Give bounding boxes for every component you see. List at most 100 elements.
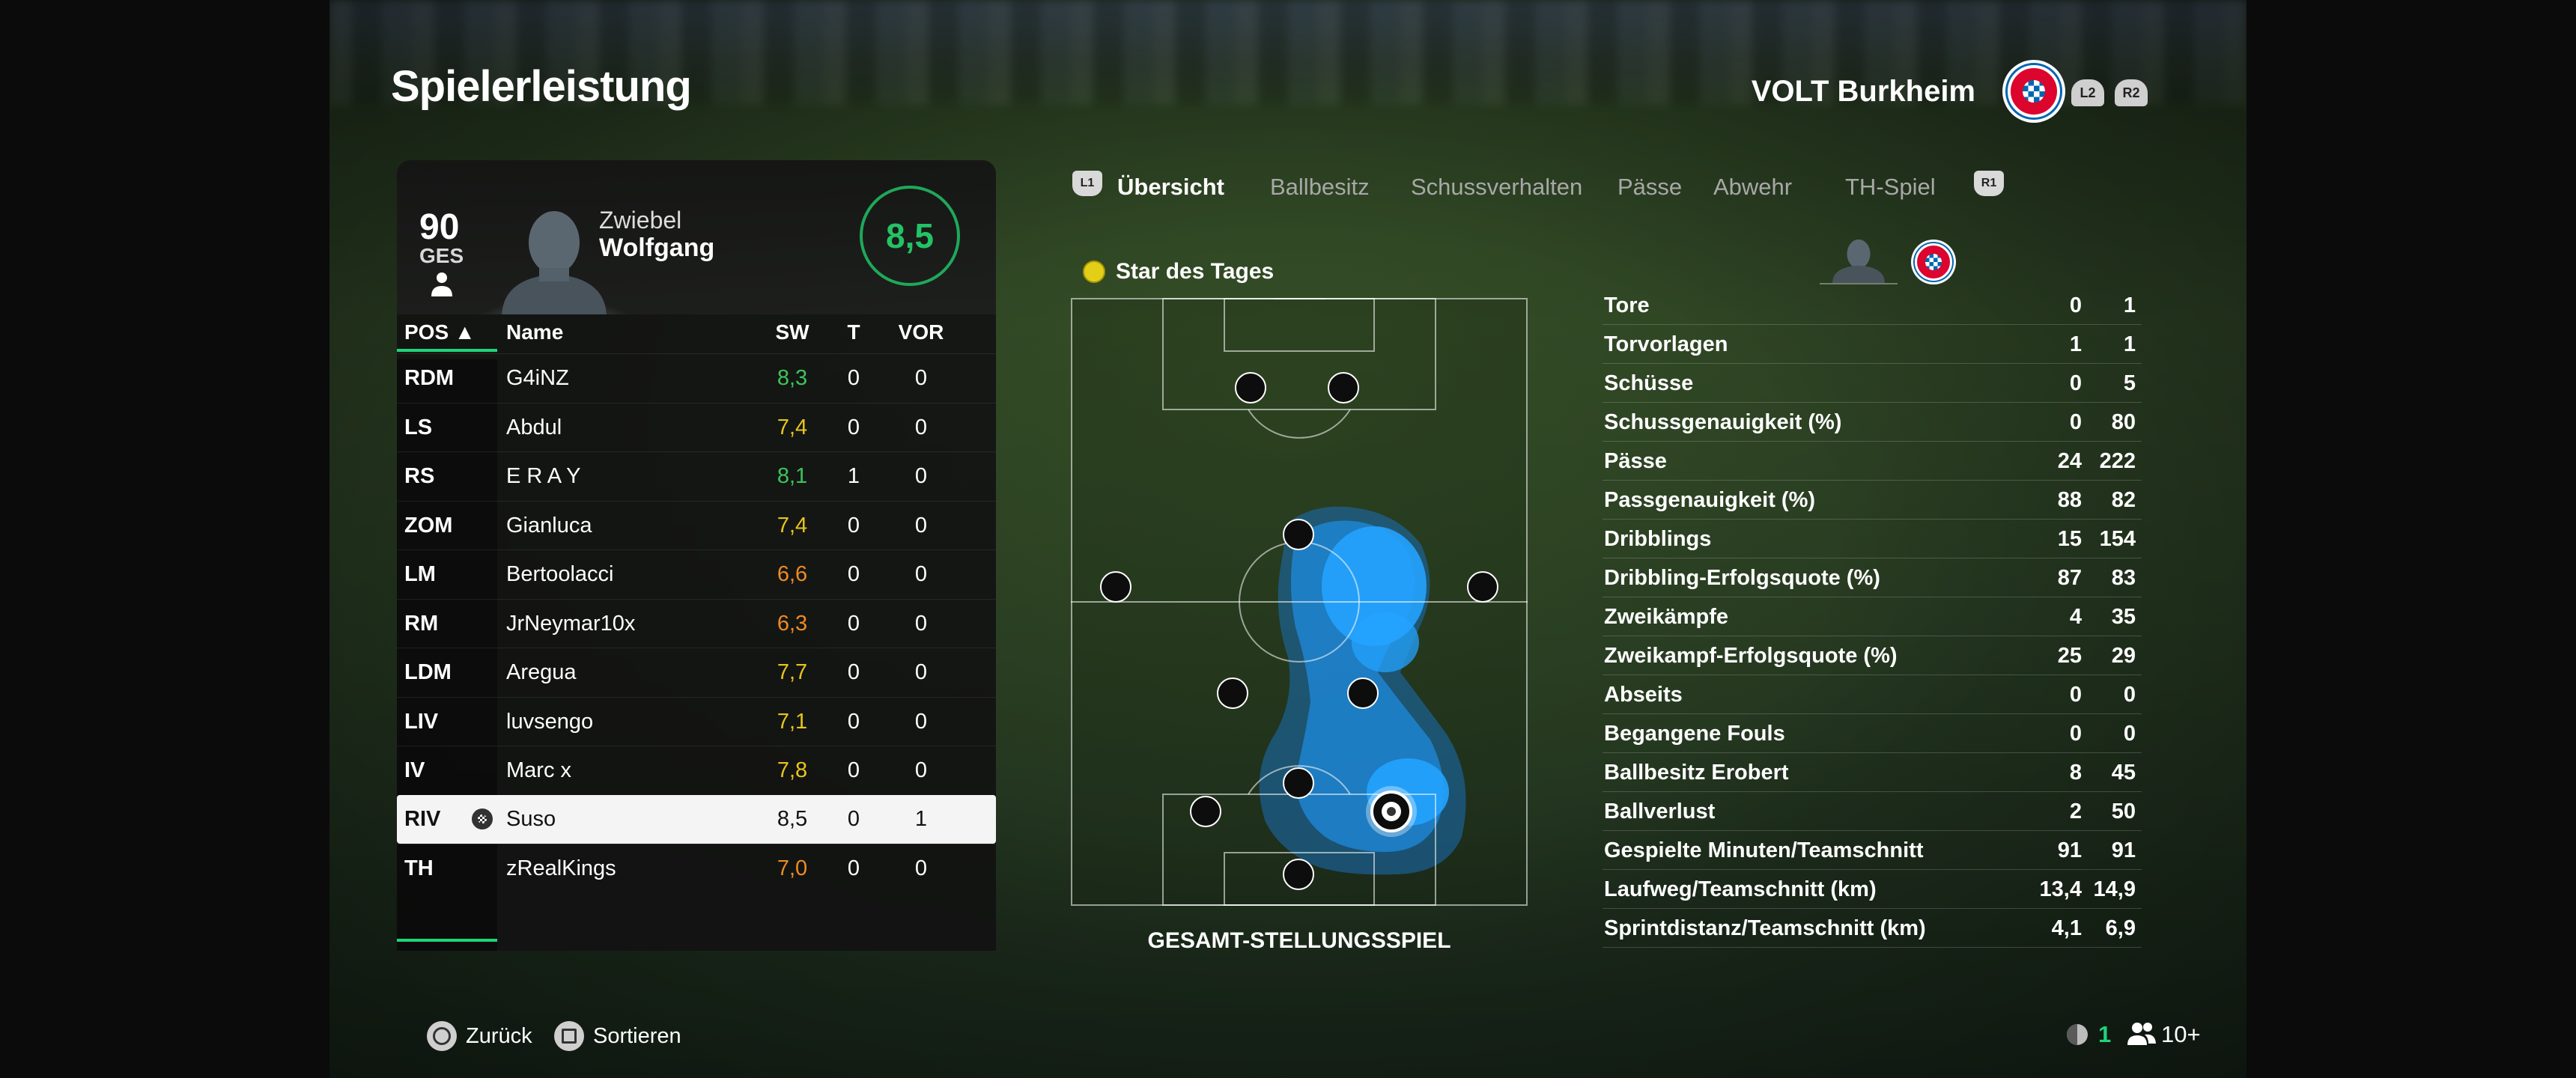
tab-abwehr[interactable]: Abwehr: [1713, 174, 1792, 201]
pitch-caption: GESAMT-STELLUNGSSPIEL: [1147, 928, 1451, 953]
row-position: LM: [404, 562, 436, 586]
stat-row: Torvorlagen 1 1: [1603, 325, 2142, 364]
match-rating: 8,5: [886, 216, 934, 255]
back-button[interactable]: Zurück: [427, 1021, 532, 1051]
club-name: VOLT Burkheim: [1751, 75, 1975, 108]
stat-label: Torvorlagen: [1604, 332, 1728, 356]
table-row[interactable]: LM Bertoolacci 6,6 0 0: [397, 549, 996, 598]
table-row[interactable]: RIV Suso 8,5 0 1: [397, 794, 996, 844]
row-rating: 7,4: [777, 513, 808, 538]
stat-team-value: 222: [2099, 449, 2136, 473]
table-row[interactable]: LIV luvsengo 7,1 0 0: [397, 696, 996, 746]
header-vor[interactable]: VOR: [891, 320, 951, 344]
row-name: JrNeymar10x: [506, 611, 636, 636]
row-position: LDM: [404, 660, 452, 684]
table-row[interactable]: LS Abdul 7,4 0 0: [397, 402, 996, 451]
header-t[interactable]: T: [831, 320, 876, 344]
letterbox-left: [0, 0, 329, 1078]
stat-label: Sprintdistanz/Teamschnitt (km): [1604, 916, 1926, 940]
stat-player-value: 15: [2057, 527, 2082, 551]
row-name: G4iNZ: [506, 366, 569, 390]
stat-team-value: 45: [2111, 761, 2136, 785]
stat-label: Ballbesitz Erobert: [1604, 761, 1789, 785]
stat-label: Pässe: [1604, 449, 1667, 473]
l2-button[interactable]: L2: [2071, 79, 2104, 106]
party-icon: [2067, 1024, 2088, 1045]
row-goals: 1: [847, 464, 860, 488]
stat-row: Ballbesitz Erobert 8 45: [1603, 753, 2142, 792]
row-name: Aregua: [506, 660, 577, 684]
player-card: 90 GES Zwiebel Wolfgang 8,5: [397, 160, 996, 314]
stat-player-value: 0: [2069, 410, 2082, 434]
stat-team-value: 154: [2099, 527, 2136, 551]
row-assists: 0: [914, 856, 928, 880]
row-position: LIV: [404, 709, 439, 734]
stage: Spielerleistung VOLT Burkheim L2 R2 90 G…: [329, 0, 2247, 1078]
stat-team-value: 29: [2111, 644, 2136, 668]
r2-button[interactable]: R2: [2115, 79, 2148, 106]
row-goals: 0: [847, 660, 860, 684]
sort-label: Sortieren: [593, 1023, 681, 1048]
tab-th-spiel[interactable]: TH-Spiel: [1845, 174, 1936, 201]
stat-row: Laufweg/Teamschnitt (km) 13,4 14,9: [1603, 870, 2142, 909]
row-position: IV: [404, 758, 425, 782]
row-assists: 0: [914, 758, 928, 782]
row-rating: 7,1: [777, 709, 808, 734]
stat-label: Dribblings: [1604, 527, 1712, 551]
row-position: RDM: [404, 366, 455, 390]
table-row[interactable]: RM JrNeymar10x 6,3 0 0: [397, 598, 996, 648]
tab-schussverhalten[interactable]: Schussverhalten: [1411, 174, 1582, 201]
stat-label: Schussgenauigkeit (%): [1604, 410, 1842, 434]
r1-button[interactable]: R1: [1974, 171, 2004, 196]
overall-label: GES: [419, 244, 464, 267]
stat-label: Tore: [1604, 293, 1650, 317]
row-assists: 0: [914, 464, 928, 488]
row-name: Gianluca: [506, 513, 592, 538]
row-rating: 6,6: [777, 562, 808, 586]
player-last-name: Wolfgang: [599, 234, 715, 262]
l1-button[interactable]: L1: [1072, 171, 1102, 196]
stat-player-value: 0: [2069, 371, 2082, 395]
stat-row: Sprintdistanz/Teamschnitt (km) 4,1 6,9: [1603, 909, 2142, 948]
online-count: 10+: [2161, 1021, 2201, 1047]
tab-uebersicht[interactable]: Übersicht: [1117, 174, 1224, 201]
row-rating: 8,1: [777, 464, 808, 488]
header-pos[interactable]: POS ▲: [404, 320, 476, 344]
table-row[interactable]: TH zRealKings 7,0 0 0: [397, 844, 996, 892]
table-row[interactable]: ZOM Gianluca 7,4 0 0: [397, 500, 996, 549]
row-position: LS: [404, 415, 433, 439]
letterbox-right: [2247, 0, 2576, 1078]
back-label: Zurück: [466, 1023, 532, 1048]
party-count: 1: [2098, 1021, 2112, 1047]
row-goals: 0: [847, 806, 860, 831]
table-row[interactable]: IV Marc x 7,8 0 0: [397, 746, 996, 794]
match-rating-ring: 8,5: [860, 186, 960, 286]
sort-button[interactable]: Sortieren: [554, 1021, 681, 1051]
row-goals: 0: [847, 856, 860, 880]
row-name: Suso: [506, 806, 556, 831]
header-sw[interactable]: SW: [762, 320, 822, 344]
table-row[interactable]: RDM G4iNZ 8,3 0 0: [397, 353, 996, 402]
row-assists: 0: [914, 709, 928, 734]
table-row[interactable]: LDM Aregua 7,7 0 0: [397, 648, 996, 696]
table-row[interactable]: RS E R A Y 8,1 1 0: [397, 451, 996, 500]
club-crest-icon: [2002, 60, 2065, 123]
row-name: luvsengo: [506, 709, 594, 734]
row-rating: 8,5: [777, 806, 808, 831]
stat-row: Dribblings 15 154: [1603, 520, 2142, 558]
stat-label: Passgenauigkeit (%): [1604, 488, 1816, 512]
page-title: Spielerleistung: [391, 62, 692, 111]
row-position: TH: [404, 856, 434, 880]
tab-paesse[interactable]: Pässe: [1617, 174, 1682, 201]
stat-label: Zweikämpfe: [1604, 605, 1728, 629]
stat-row: Schussgenauigkeit (%) 0 80: [1603, 403, 2142, 442]
tab-ballbesitz[interactable]: Ballbesitz: [1270, 174, 1370, 201]
star-label: Star des Tages: [1116, 259, 1275, 284]
stat-team-value: 50: [2111, 800, 2136, 823]
stat-player-value: 91: [2057, 838, 2082, 862]
row-goals: 0: [847, 513, 860, 538]
stat-label: Abseits: [1604, 683, 1683, 707]
header-name[interactable]: Name: [506, 320, 563, 344]
row-goals: 0: [847, 709, 860, 734]
row-name: zRealKings: [506, 856, 616, 880]
